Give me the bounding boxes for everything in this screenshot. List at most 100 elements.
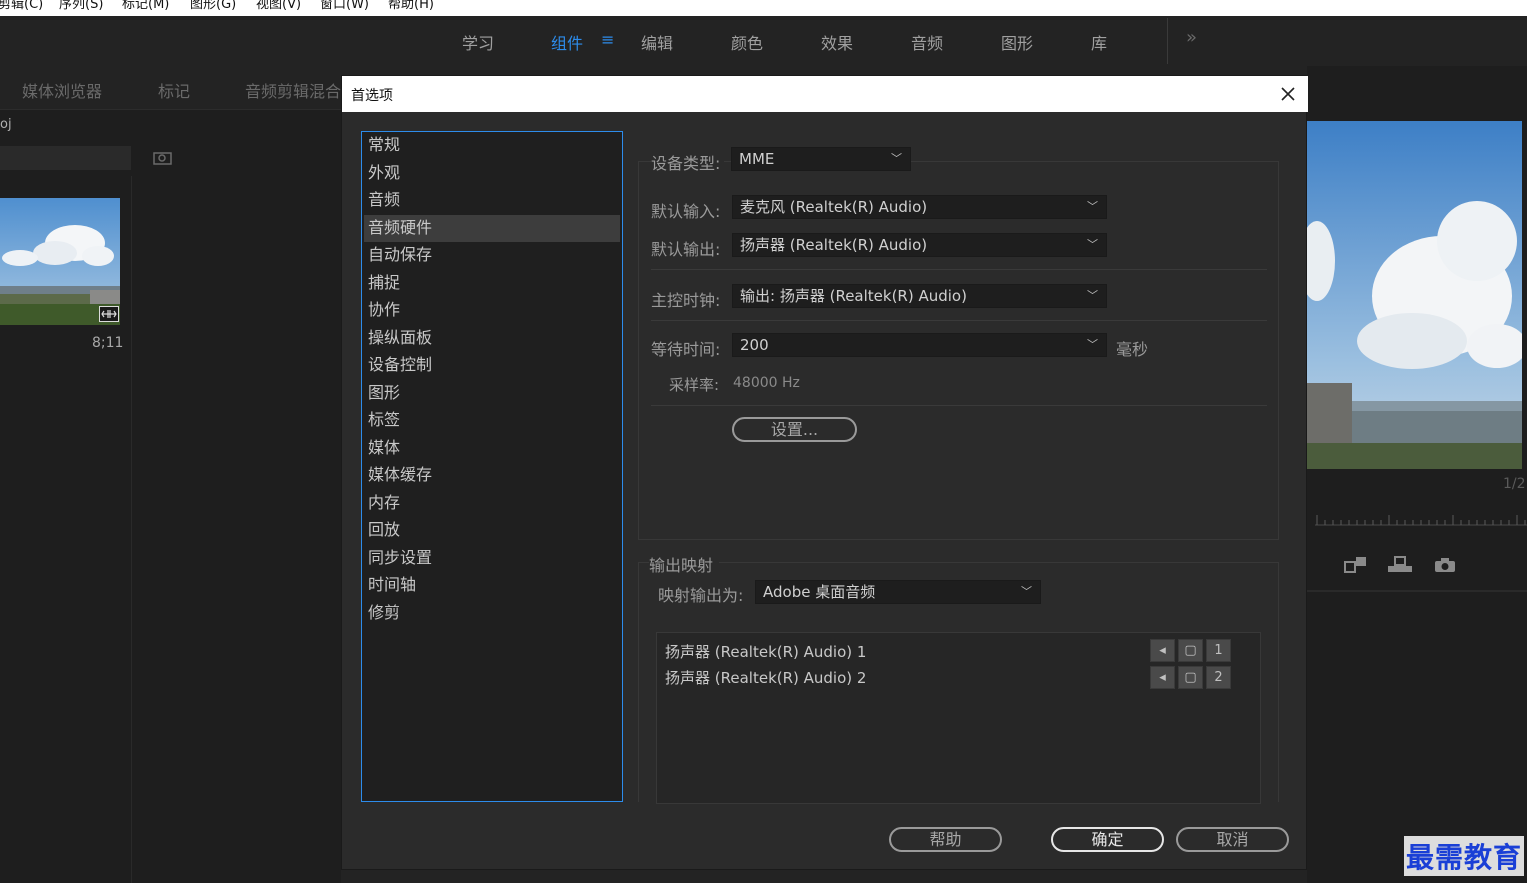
settings-button[interactable]: 设置... xyxy=(732,417,857,442)
category-capture[interactable]: 捕捉 xyxy=(364,270,620,297)
menu-help[interactable]: 帮助(H) xyxy=(388,0,434,11)
default-output-value: 扬声器 (Realtek(R) Audio) xyxy=(740,236,928,254)
chevron-down-icon: ﹀ xyxy=(1087,289,1098,302)
page-indicator: 1/2 xyxy=(1503,476,1526,492)
master-clock-select[interactable]: 输出: 扬声器 (Realtek(R) Audio) ﹀ xyxy=(732,284,1107,308)
dialog-title: 首选项 xyxy=(351,88,393,104)
menu-clip[interactable]: 剪辑(C) xyxy=(0,0,43,11)
workspace-libraries[interactable]: 库 xyxy=(1091,30,1107,54)
category-trim[interactable]: 修剪 xyxy=(364,600,620,627)
project-name: oj xyxy=(0,117,12,132)
cancel-button[interactable]: 取消 xyxy=(1176,827,1289,852)
category-collaboration[interactable]: 协作 xyxy=(364,297,620,324)
workspace-assembly[interactable]: 组件 xyxy=(551,30,583,54)
category-media[interactable]: 媒体 xyxy=(364,435,620,462)
workspace-learn[interactable]: 学习 xyxy=(462,30,494,54)
latency-label: 等待时间: xyxy=(651,340,721,359)
default-output-label: 默认输出: xyxy=(651,240,721,259)
panel-tabs: 媒体浏览器 标记 音频剪辑混合 xyxy=(0,66,341,110)
search-input[interactable] xyxy=(0,146,131,170)
workspace-divider xyxy=(1167,18,1168,64)
workspace-color[interactable]: 颜色 xyxy=(731,30,763,54)
extract-icon[interactable] xyxy=(1387,556,1413,574)
program-monitor: 1/2 xyxy=(1307,66,1527,883)
workspace-editing[interactable]: 编辑 xyxy=(641,30,673,54)
watermark-logo: 最需教育 xyxy=(1404,836,1525,876)
audio-video-icon xyxy=(99,306,119,322)
dialog-titlebar: 首选项 xyxy=(342,76,1308,112)
speaker-right-icon[interactable]: ◂ xyxy=(1150,666,1175,689)
monitor-divider xyxy=(1307,590,1527,592)
category-control-surface[interactable]: 操纵面板 xyxy=(364,325,620,352)
separator xyxy=(651,405,1267,406)
chevron-down-icon: ﹀ xyxy=(1087,200,1098,213)
default-input-value: 麦克风 (Realtek(R) Audio) xyxy=(740,198,928,216)
device-icon[interactable]: ▢ xyxy=(1178,666,1203,689)
latency-value: 200 xyxy=(740,336,769,354)
category-timeline[interactable]: 时间轴 xyxy=(364,572,620,599)
mapping-row-label: 扬声器 (Realtek(R) Audio) 1 xyxy=(665,643,867,661)
category-audio-hardware[interactable]: 音频硬件 xyxy=(364,215,620,242)
device-type-select[interactable]: MME ﹀ xyxy=(731,147,911,171)
menu-graphics[interactable]: 图形(G) xyxy=(190,0,236,11)
time-ruler[interactable] xyxy=(1315,512,1527,526)
chevron-down-icon: ﹀ xyxy=(1087,338,1098,351)
preferences-dialog: 首选项 常规 外观 音频 音频硬件 自动保存 捕捉 协作 操纵面板 设备控制 图… xyxy=(341,75,1308,870)
map-output-value: Adobe 桌面音频 xyxy=(763,583,876,601)
device-icon[interactable]: ▢ xyxy=(1178,639,1203,662)
map-output-label: 映射输出为: xyxy=(658,586,744,605)
separator xyxy=(651,269,1267,270)
lift-icon[interactable] xyxy=(1343,556,1369,574)
master-clock-value: 输出: 扬声器 (Realtek(R) Audio) xyxy=(740,287,967,305)
speaker-left-icon[interactable]: ◂ xyxy=(1150,639,1175,662)
ok-button[interactable]: 确定 xyxy=(1051,827,1164,852)
menu-bar: 剪辑(C) 序列(S) 标记(M) 图形(G) 视图(V) 窗口(W) 帮助(H… xyxy=(0,0,1527,16)
category-auto-save[interactable]: 自动保存 xyxy=(364,242,620,269)
latency-select[interactable]: 200 ﹀ xyxy=(732,333,1107,357)
tab-markers[interactable]: 标记 xyxy=(158,78,190,102)
category-labels[interactable]: 标签 xyxy=(364,407,620,434)
channel-badge[interactable]: 2 xyxy=(1206,666,1231,689)
find-icon[interactable] xyxy=(153,150,173,166)
category-device-control[interactable]: 设备控制 xyxy=(364,352,620,379)
category-audio[interactable]: 音频 xyxy=(364,187,620,214)
menu-marker[interactable]: 标记(M) xyxy=(122,0,169,11)
category-general[interactable]: 常规 xyxy=(364,132,620,159)
workspace-bar: 学习 组件 ≡ 编辑 颜色 效果 音频 图形 库 » xyxy=(0,16,1527,66)
default-input-label: 默认输入: xyxy=(651,202,721,221)
category-playback[interactable]: 回放 xyxy=(364,517,620,544)
workspace-audio[interactable]: 音频 xyxy=(911,30,943,54)
tab-audio-clip-mixer[interactable]: 音频剪辑混合 xyxy=(245,78,341,102)
help-button[interactable]: 帮助 xyxy=(889,827,1002,852)
close-icon[interactable] xyxy=(1278,84,1298,104)
map-output-select[interactable]: Adobe 桌面音频 ﹀ xyxy=(755,580,1041,604)
menu-view[interactable]: 视图(V) xyxy=(256,0,301,11)
camera-icon[interactable] xyxy=(1434,557,1456,573)
workspace-effects[interactable]: 效果 xyxy=(821,30,853,54)
more-workspaces-icon[interactable]: » xyxy=(1186,27,1197,48)
sample-rate-value: 48000 Hz xyxy=(733,375,800,391)
category-media-cache[interactable]: 媒体缓存 xyxy=(364,462,620,489)
master-clock-label: 主控时钟: xyxy=(651,291,721,310)
latency-unit: 毫秒 xyxy=(1116,340,1149,359)
chevron-down-icon: ﹀ xyxy=(1087,238,1098,251)
category-sync-settings[interactable]: 同步设置 xyxy=(364,545,620,572)
tab-media-browser[interactable]: 媒体浏览器 xyxy=(22,78,102,102)
sample-rate-label: 采样率: xyxy=(669,376,720,394)
chevron-down-icon: ﹀ xyxy=(891,152,902,165)
device-type-value: MME xyxy=(739,150,775,168)
channel-badge[interactable]: 1 xyxy=(1206,639,1231,662)
menu-sequence[interactable]: 序列(S) xyxy=(59,0,103,11)
workspace-menu-icon[interactable]: ≡ xyxy=(601,30,614,49)
separator xyxy=(651,320,1267,321)
workspace-graphics[interactable]: 图形 xyxy=(1001,30,1033,54)
category-appearance[interactable]: 外观 xyxy=(364,160,620,187)
category-list: 常规 外观 音频 音频硬件 自动保存 捕捉 协作 操纵面板 设备控制 图形 标签… xyxy=(361,131,623,802)
default-output-select[interactable]: 扬声器 (Realtek(R) Audio) ﹀ xyxy=(732,233,1107,257)
default-input-select[interactable]: 麦克风 (Realtek(R) Audio) ﹀ xyxy=(732,195,1107,219)
category-graphics[interactable]: 图形 xyxy=(364,380,620,407)
category-memory[interactable]: 内存 xyxy=(364,490,620,517)
menu-window[interactable]: 窗口(W) xyxy=(320,0,369,11)
mapping-row-label: 扬声器 (Realtek(R) Audio) 2 xyxy=(665,669,867,687)
output-mapping-title: 输出映射 xyxy=(649,552,720,576)
